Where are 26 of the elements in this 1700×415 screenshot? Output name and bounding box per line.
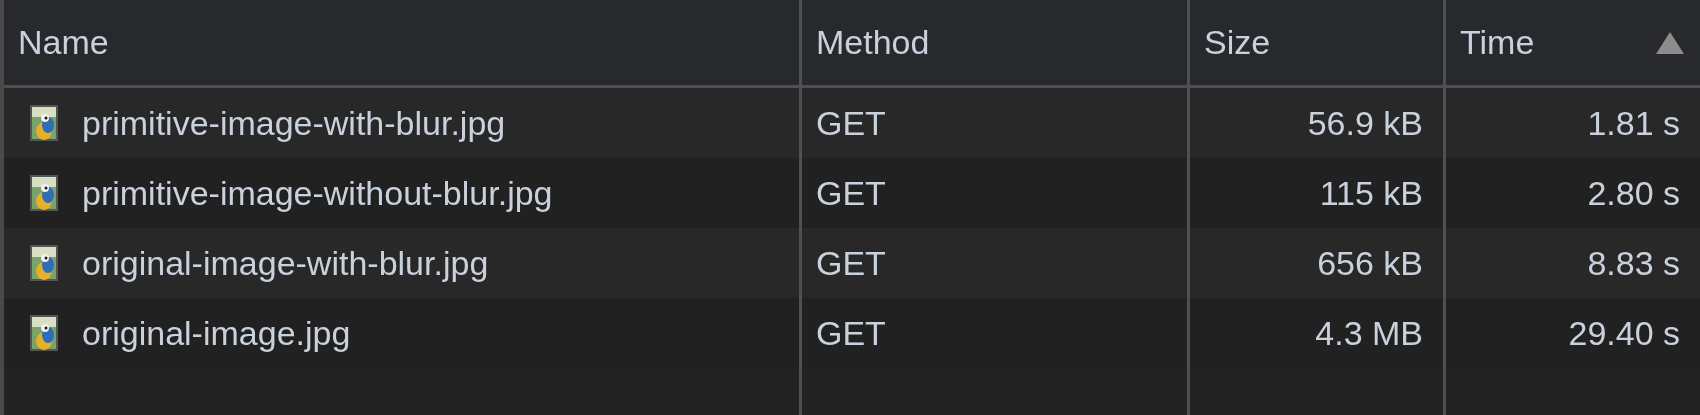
time-value: 29.40 s — [1568, 313, 1680, 353]
method-value: GET — [816, 243, 886, 283]
column-header[interactable]: Time — [1446, 0, 1700, 85]
file-name: primitive-image-with-blur.jpg — [82, 103, 506, 143]
column-header[interactable]: Name — [4, 0, 802, 85]
time-value: 8.83 s — [1587, 243, 1680, 283]
file-name: original-image-with-blur.jpg — [82, 243, 489, 283]
column-header[interactable]: Method — [802, 0, 1190, 85]
column-header[interactable]: Size — [1190, 0, 1446, 85]
time-value: 1.81 s — [1587, 103, 1680, 143]
column-title: Time — [1460, 23, 1535, 62]
size-value: 656 kB — [1317, 243, 1423, 283]
column-title: Name — [18, 23, 109, 62]
method-value: GET — [816, 173, 886, 213]
method-value: GET — [816, 313, 886, 353]
column-title: Size — [1204, 23, 1271, 62]
time-value: 2.80 s — [1587, 173, 1680, 213]
size-value: 115 kB — [1319, 173, 1423, 213]
size-value: 4.3 MB — [1315, 313, 1423, 353]
method-value: GET — [816, 103, 886, 143]
file-name: primitive-image-without-blur.jpg — [82, 173, 553, 213]
size-value: 56.9 kB — [1307, 103, 1423, 143]
column-title: Method — [816, 23, 930, 62]
request-row[interactable]: primitive-image-with-blur.jpg GET 56.9 kB 1.81 s — [4, 88, 1700, 158]
file-name: original-image.jpg — [82, 313, 351, 353]
request-row[interactable]: original-image-with-blur.jpg GET 656 kB 8.83 s — [4, 228, 1700, 298]
